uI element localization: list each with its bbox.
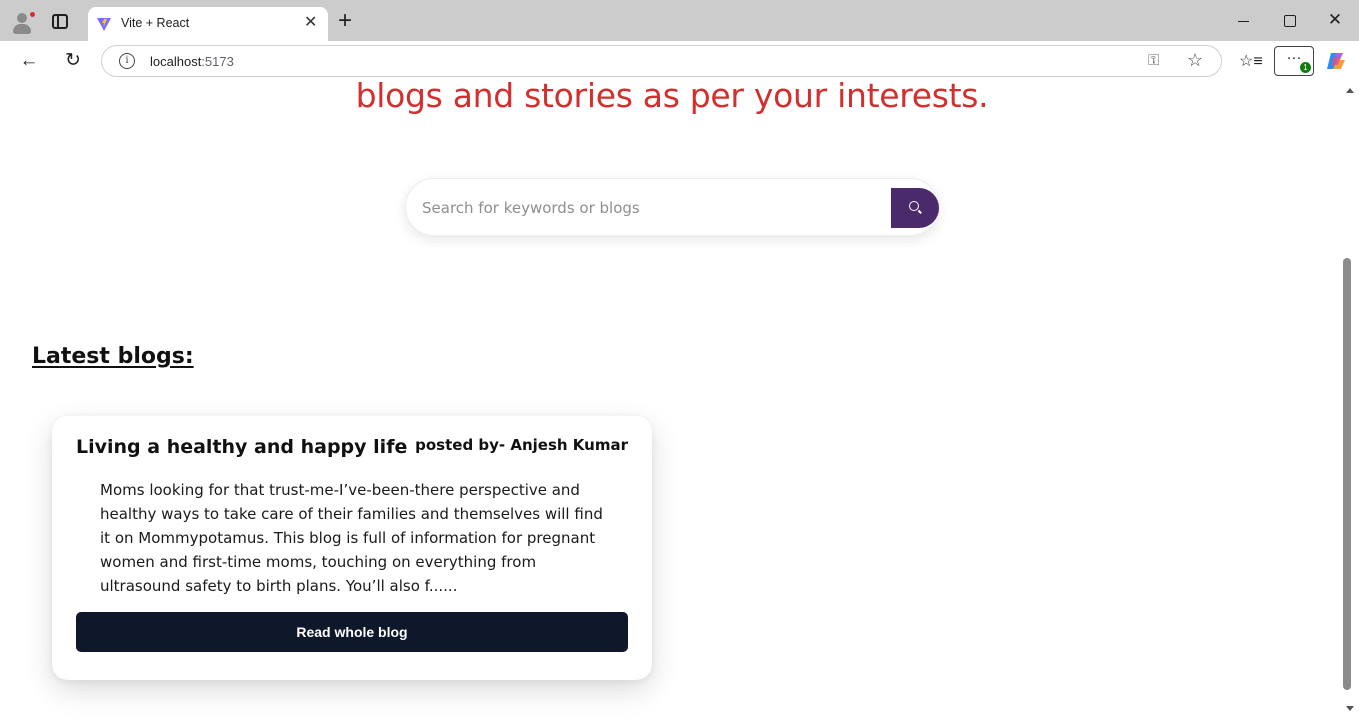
browser-tab[interactable]: Vite + React ✕ (88, 7, 328, 41)
star-icon[interactable]: ☆ (1187, 50, 1203, 71)
url-text[interactable]: localhost:5173 (150, 54, 234, 69)
more-icon[interactable]: ··· 1 (1274, 46, 1314, 76)
notification-badge: 1 (1300, 62, 1311, 73)
page-scrollbar[interactable] (1341, 82, 1359, 721)
close-window-button[interactable]: ✕ (1325, 10, 1345, 30)
info-icon[interactable]: i (119, 53, 135, 69)
scroll-down-icon[interactable] (1346, 706, 1354, 711)
minimize-button[interactable] (1234, 10, 1254, 30)
blog-card: Living a healthy and happy life posted b… (52, 416, 652, 680)
tab-title: Vite + React (121, 16, 190, 30)
favorites-icon[interactable]: ☆≡ (1239, 51, 1263, 71)
read-whole-blog-button[interactable]: Read whole blog (76, 612, 628, 652)
maximize-button[interactable] (1279, 10, 1299, 30)
search-button[interactable] (891, 188, 939, 228)
scrollbar-thumb[interactable] (1343, 258, 1351, 690)
hero-tagline: blogs and stories as per your interests. (355, 82, 989, 115)
vite-icon (97, 18, 111, 31)
search-icon (909, 201, 919, 211)
blog-title: Living a healthy and happy life (76, 436, 408, 458)
blog-author: posted by- Anjesh Kumar (415, 436, 628, 454)
key-icon[interactable]: ⚿ (1148, 52, 1159, 69)
latest-blogs-heading: Latest blogs: (32, 344, 194, 369)
search-input[interactable] (422, 197, 882, 219)
profile-icon[interactable] (10, 10, 36, 34)
tab-strip: Vite + React ✕ + ✕ (0, 0, 1359, 41)
plus-icon[interactable]: + (338, 9, 352, 33)
address-bar[interactable]: i localhost:5173 ⚿ ☆ (101, 45, 1222, 77)
tab-actions-icon[interactable] (52, 14, 68, 29)
url-host: localhost (150, 54, 202, 69)
blog-excerpt: Moms looking for that trust-me-I’ve-been… (100, 481, 603, 595)
scroll-up-icon[interactable] (1346, 88, 1354, 93)
search-bar (405, 178, 939, 236)
close-icon[interactable]: ✕ (304, 15, 317, 31)
browser-chrome: Vite + React ✕ + ✕ ← ↻ i localhost:5173 … (0, 0, 1359, 82)
url-port: :5173 (201, 54, 234, 69)
page-viewport: blogs and stories as per your interests.… (0, 82, 1359, 721)
browser-toolbar: ← ↻ i localhost:5173 ⚿ ☆ ☆≡ ··· 1 (0, 41, 1359, 82)
back-arrow-icon[interactable]: ← (17, 49, 41, 73)
reload-icon[interactable]: ↻ (61, 49, 85, 73)
copilot-icon[interactable] (1325, 50, 1347, 72)
